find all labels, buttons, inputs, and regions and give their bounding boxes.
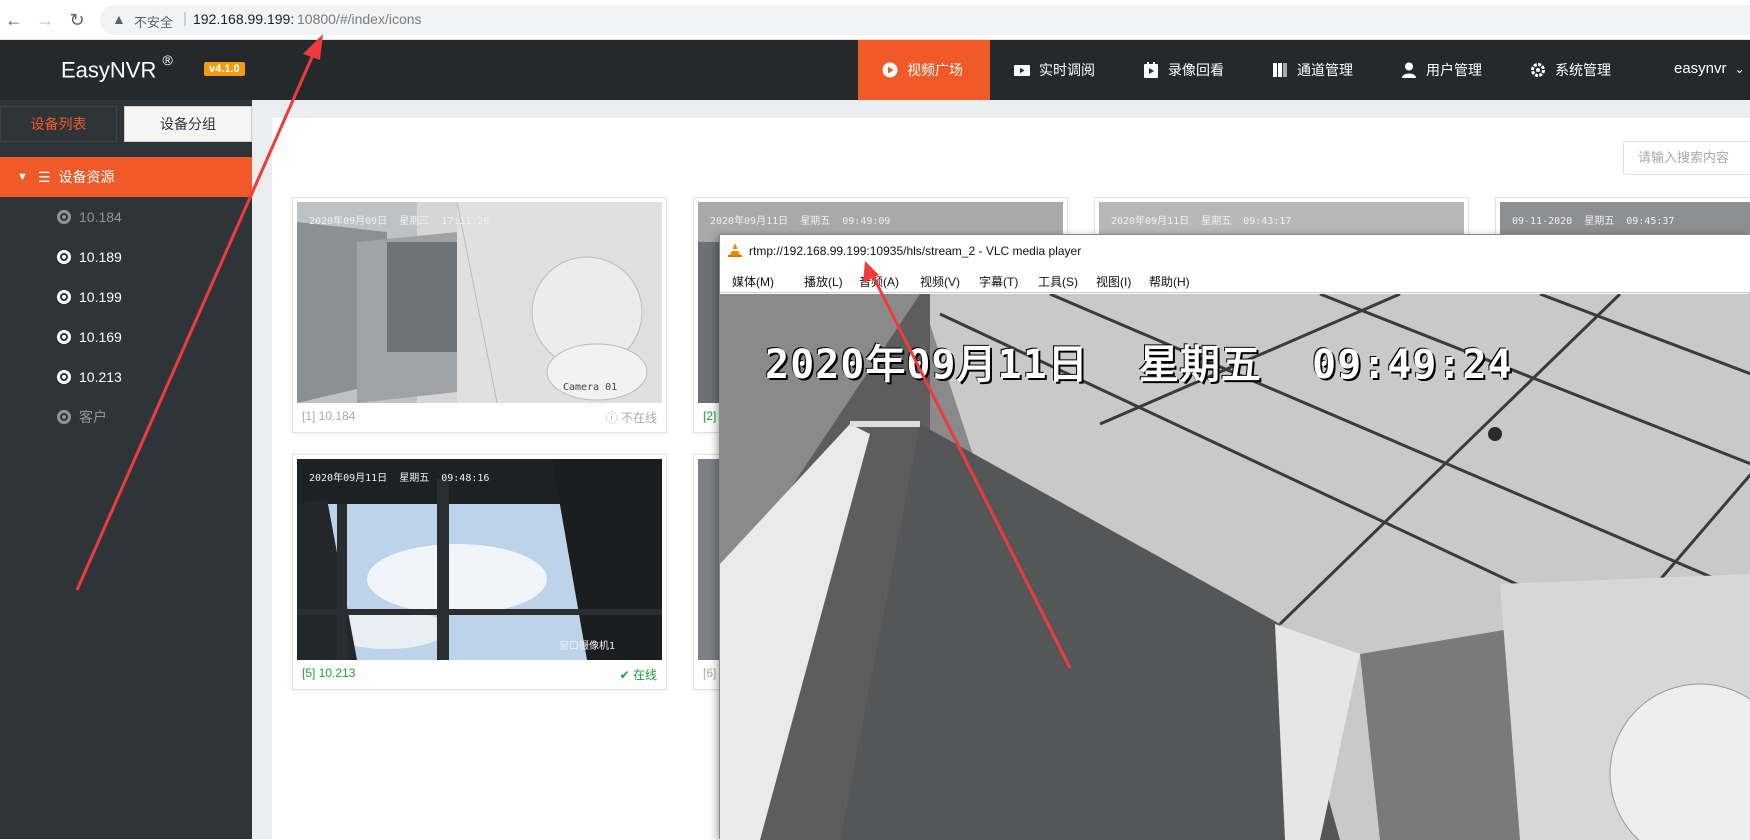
annotation-arrowhead [303,34,323,60]
annotation-arrow-line [75,47,318,591]
annotation-arrow-line [870,273,1072,669]
annotation-arrowhead [863,261,879,283]
annotation-arrows [75,34,1072,669]
